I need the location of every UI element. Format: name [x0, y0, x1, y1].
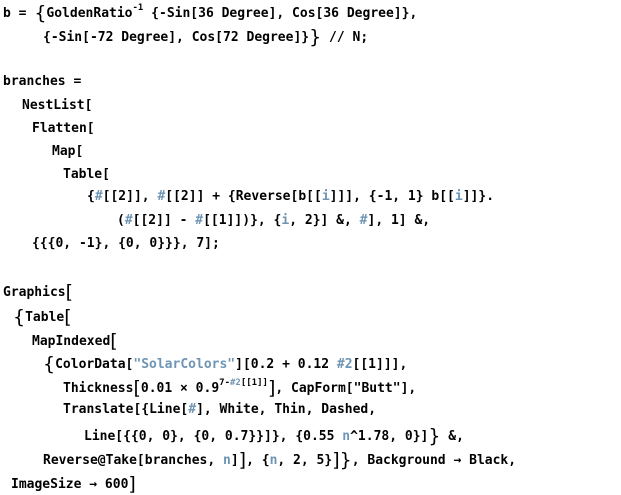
code-token: ^1.78, 0}] — [350, 429, 429, 444]
code-slot-hash2: #2 — [336, 357, 353, 372]
code-token: ]]}. — [462, 189, 495, 204]
code-variable-n: n — [223, 453, 231, 468]
code-token: ][0.2 + 0.12 — [235, 357, 337, 372]
code-brace-open: { — [13, 306, 26, 328]
code-line-table-body-1[interactable]: {#[[2]], #[[2]] + {Reverse[b[[i]]], {-1,… — [87, 189, 494, 205]
code-token: [[2]], — [102, 189, 158, 204]
code-token-thickness-base: 0.01 × 0.9 — [140, 381, 220, 396]
code-bracket-close: ] — [332, 449, 340, 471]
code-slot-hash: # — [359, 213, 368, 228]
code-line-thickness[interactable]: Thickness[0.01 × 0.97-#2[[1]]], CapForm[… — [63, 377, 417, 398]
code-line-nestlist[interactable]: NestList[ — [22, 98, 92, 114]
code-token-postfix-n: // N; — [321, 30, 369, 45]
code-token: ], White, Thin, Dashed, — [196, 402, 377, 417]
code-line-definition-b-2[interactable]: {-Sin[-72 Degree], Cos[72 Degree]}} // N… — [43, 26, 369, 47]
notebook-input-area[interactable]: b = {GoldenRatio-1 {-Sin[36 Degree], Cos… — [0, 0, 621, 494]
code-string-solarcolors: "SolarColors" — [133, 357, 236, 372]
code-line-reverse-take[interactable]: Reverse@Take[branches, n]], {n, 2, 5}]},… — [43, 449, 517, 470]
code-line-table-body-2[interactable]: (#[[2]] - #[[1]])}, {i, 2}] &, #], 1] &, — [117, 213, 430, 229]
code-line-flatten[interactable]: Flatten[ — [32, 121, 95, 137]
code-token: ( — [117, 213, 125, 228]
code-token: [[1]])}, { — [203, 213, 282, 228]
code-token: ]]], {-1, 1} b[[ — [329, 189, 455, 204]
code-token-goldenratio: GoldenRatio — [46, 6, 133, 21]
code-token: Line[{{0, 0}, {0, 0.7}}]}, {0.55 — [84, 429, 343, 444]
code-superscript-part: 7- — [219, 378, 230, 388]
code-superscript-slot: #2 — [230, 378, 241, 388]
code-bracket-close: ] — [267, 377, 276, 399]
code-variable-i: i — [454, 189, 463, 204]
code-token-b-assign: b = — [3, 6, 35, 21]
code-brace-close: } — [339, 449, 352, 471]
code-line-graphics[interactable]: Graphics[ — [3, 281, 73, 302]
code-line-table[interactable]: Table[ — [63, 167, 110, 183]
code-brace-close: } — [309, 26, 322, 48]
code-brace-close: } — [428, 425, 441, 447]
code-token: ], 1] &, — [367, 213, 431, 228]
code-line-branches-assign[interactable]: branches = — [3, 74, 81, 90]
code-slot-hash: # — [94, 189, 103, 204]
code-token: , { — [246, 453, 270, 468]
code-bracket-open: [ — [110, 330, 118, 352]
code-line-line-offset[interactable]: Line[{{0, 0}, {0, 0.7}}]}, {0.55 n^1.78,… — [84, 425, 464, 446]
code-token: , 2}] &, — [289, 213, 360, 228]
code-token-imagesize: ImageSize → 600 — [11, 477, 129, 492]
code-brace-open: { — [43, 353, 56, 375]
code-token: , 2, 5} — [277, 453, 333, 468]
code-superscript-exponent: 7-#2[[1]] — [219, 378, 268, 388]
code-token-sin-cos-36: {-Sin[36 Degree], Cos[36 Degree]}, — [143, 6, 418, 21]
code-line-initial-value[interactable]: {{{0, -1}, {0, 0}}}, 7]; — [32, 236, 220, 252]
code-token-sin-cos-72: {-Sin[-72 Degree], Cos[72 Degree]} — [43, 30, 310, 45]
code-token: ], — [391, 357, 408, 372]
code-variable-i: i — [321, 189, 330, 204]
code-line-table-graphics[interactable]: {Table[ — [13, 306, 72, 327]
code-token: Translate[{Line[ — [63, 402, 189, 417]
code-token-mapindexed: MapIndexed — [32, 334, 111, 349]
code-slot-hash: # — [195, 213, 204, 228]
code-token: &, — [440, 429, 464, 444]
code-token-thickness: Thickness — [63, 381, 134, 396]
code-line-definition-b-1[interactable]: b = {GoldenRatio-1 {-Sin[36 Degree], Cos… — [3, 2, 418, 23]
code-variable-n: n — [342, 429, 351, 444]
code-superscript-exponent: -1 — [132, 3, 144, 13]
code-token: [[2]] - — [132, 213, 196, 228]
code-token: Reverse@Take[branches, — [43, 453, 224, 468]
code-superscript-part: [[1]] — [240, 378, 268, 388]
code-line-imagesize[interactable]: ImageSize → 600] — [11, 473, 136, 494]
code-brace-open: { — [34, 2, 47, 24]
code-slot-hash: # — [124, 213, 133, 228]
code-line-mapindexed[interactable]: MapIndexed[ — [32, 330, 118, 351]
code-token-capform: , CapForm["Butt"], — [275, 381, 417, 396]
code-line-colordata[interactable]: {ColorData["SolarColors"][0.2 + 0.12 #2[… — [43, 353, 408, 374]
code-token: [[2]] + {Reverse[b[[ — [165, 189, 322, 204]
code-slot-hash: # — [188, 402, 197, 417]
code-bracket-close: ] — [238, 449, 247, 471]
code-token-graphics: Graphics — [3, 285, 66, 300]
code-token: ColorData[ — [55, 357, 134, 372]
code-token: { — [87, 189, 95, 204]
code-token-part-index: [[1]] — [352, 357, 392, 372]
code-line-translate[interactable]: Translate[{Line[#], White, Thin, Dashed, — [63, 402, 376, 418]
code-token: ] — [230, 453, 239, 468]
code-token-background: , Background → Black, — [351, 453, 517, 468]
code-bracket-open: [ — [64, 306, 72, 328]
code-bracket-open: [ — [133, 377, 141, 399]
code-line-map[interactable]: Map[ — [52, 144, 83, 160]
code-bracket-open: [ — [65, 281, 74, 303]
code-token-table: Table — [25, 310, 65, 325]
